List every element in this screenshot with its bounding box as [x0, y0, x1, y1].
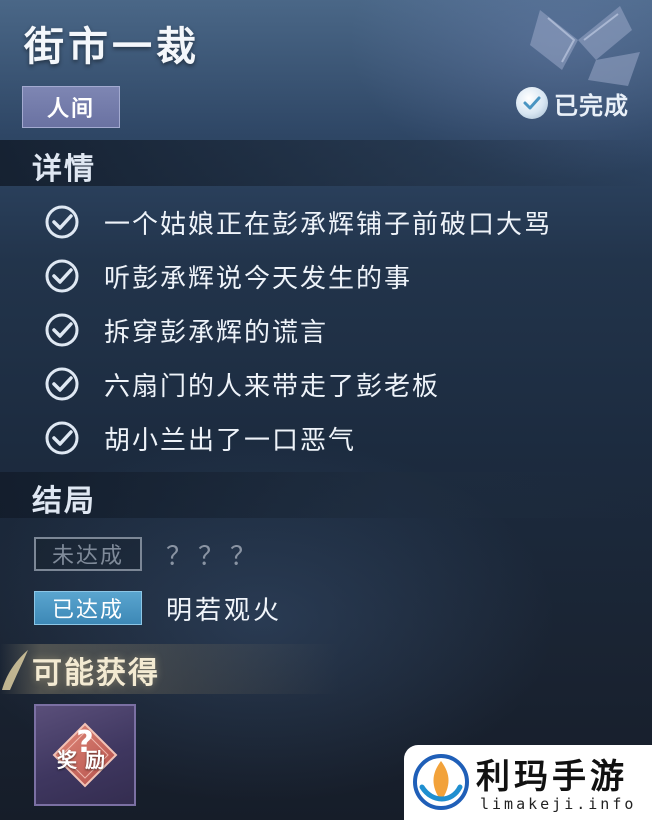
detail-check-icon	[45, 205, 79, 239]
ending-achieved-row: 已达成 明若观火	[34, 590, 282, 626]
detail-item-text: 六扇门的人来带走了彭老板	[104, 371, 441, 402]
detail-item-text: 胡小兰出了一口恶气	[104, 425, 357, 456]
detail-item: 听彭承辉说今天发生的事	[44, 254, 412, 298]
detail-check-icon	[45, 367, 79, 401]
endings-header: 结局	[32, 484, 96, 519]
reward-label: 奖励	[57, 748, 113, 772]
quest-status: 已完成	[516, 86, 629, 120]
quest-title: 街市一裁	[24, 23, 200, 70]
detail-check-icon	[45, 313, 79, 347]
site-logo-icon	[413, 754, 469, 810]
watermark: 利玛手游 limakeji.info	[404, 745, 652, 820]
world-tag: 人间	[22, 86, 120, 128]
watermark-title: 利玛手游	[476, 757, 628, 797]
reward-item[interactable]: ? 奖励	[34, 704, 136, 806]
detail-item: 拆穿彭承辉的谎言	[44, 308, 328, 352]
achieved-badge: 已达成	[34, 591, 142, 625]
detail-item-text: 拆穿彭承辉的谎言	[104, 317, 329, 348]
completed-check-icon	[516, 87, 548, 119]
details-header-bar	[0, 140, 652, 186]
endings-header-bar	[0, 472, 652, 518]
detail-check-icon	[45, 421, 79, 455]
details-header: 详情	[32, 152, 96, 187]
detail-item: 六扇门的人来带走了彭老板	[44, 362, 440, 406]
ending-unachieved-row: 未达成 ？？？	[34, 536, 262, 572]
detail-item-text: 一个姑娘正在彭承辉铺子前破口大骂	[104, 209, 553, 240]
ending-name: ？？？	[166, 541, 263, 572]
detail-item: 胡小兰出了一口恶气	[44, 416, 356, 460]
detail-item: 一个姑娘正在彭承辉铺子前破口大骂	[44, 200, 552, 244]
watermark-domain: limakeji.info	[480, 795, 637, 813]
rewards-header: 可能获得	[32, 656, 160, 691]
ending-name: 明若观火	[166, 595, 283, 626]
gold-brush-icon	[2, 650, 28, 690]
detail-check-icon	[45, 259, 79, 293]
butterfly-emblem-icon	[530, 6, 640, 86]
unachieved-badge: 未达成	[34, 537, 142, 571]
detail-item-text: 听彭承辉说今天发生的事	[104, 263, 413, 294]
status-label: 已完成	[554, 91, 629, 120]
